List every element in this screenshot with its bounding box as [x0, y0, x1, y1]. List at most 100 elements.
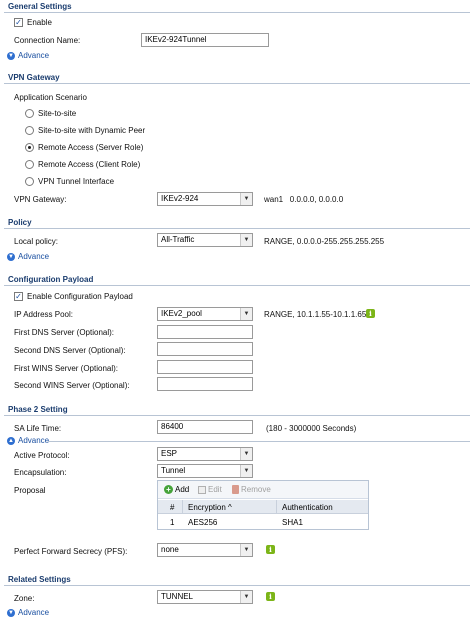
second-wins-label: Second WINS Server (Optional): — [14, 381, 130, 390]
column-header-encryption[interactable]: Encryption ^ — [188, 503, 232, 512]
advance-divider — [48, 441, 470, 442]
local-policy-select[interactable]: All-Traffic ▼ — [157, 233, 253, 247]
chevron-down-icon: ▼ — [240, 448, 252, 460]
section-divider — [4, 83, 470, 84]
related-settings-header: Related Settings — [8, 575, 71, 584]
table-row[interactable]: 1 AES256 SHA1 — [158, 515, 368, 529]
chevron-down-icon: ▼ — [240, 234, 252, 246]
column-divider — [182, 500, 183, 514]
column-divider — [276, 500, 277, 514]
vpn-gateway-label: VPN Gateway: — [14, 195, 67, 204]
ip-pool-info: RANGE, 10.1.1.55-10.1.1.65 — [264, 310, 367, 319]
select-value: IKEv2-924 — [161, 194, 199, 203]
local-policy-label: Local policy: — [14, 237, 59, 246]
zone-select[interactable]: TUNNEL ▼ — [157, 590, 253, 604]
second-dns-input[interactable] — [157, 342, 253, 356]
chevron-down-icon: ▼ — [240, 193, 252, 205]
ip-pool-label: IP Address Pool: — [14, 310, 73, 319]
select-value: Tunnel — [161, 466, 186, 475]
second-wins-input[interactable] — [157, 377, 253, 391]
column-header-index[interactable]: # — [170, 503, 174, 512]
info-icon[interactable]: i — [266, 545, 275, 554]
chevron-down-icon: ▼ — [240, 544, 252, 556]
cell-authentication: SHA1 — [282, 518, 303, 527]
first-dns-label: First DNS Server (Optional): — [14, 328, 115, 337]
edit-label: Edit — [208, 485, 222, 494]
add-button[interactable]: + Add — [164, 485, 189, 494]
connection-name-input[interactable]: IKEv2-924Tunnel — [141, 33, 269, 47]
pfs-select[interactable]: none ▼ — [157, 543, 253, 557]
vpn-gateway-header: VPN Gateway — [8, 73, 60, 82]
remove-button[interactable]: Remove — [232, 485, 271, 494]
active-protocol-select[interactable]: ESP ▼ — [157, 447, 253, 461]
enable-config-payload-checkbox[interactable]: ✓ — [14, 292, 23, 301]
chevron-down-icon: ▼ — [240, 591, 252, 603]
radio-site-to-site[interactable] — [25, 109, 34, 118]
general-advance-link[interactable]: ▼ Advance — [7, 51, 49, 60]
radio-vpn-tunnel-interface[interactable] — [25, 177, 34, 186]
column-header-authentication[interactable]: Authentication — [282, 503, 333, 512]
section-divider — [4, 415, 470, 416]
ip-pool-select[interactable]: IKEv2_pool ▼ — [157, 307, 253, 321]
select-value: All-Traffic — [161, 235, 195, 244]
select-value: TUNNEL — [161, 592, 194, 601]
radio-label: VPN Tunnel Interface — [38, 177, 115, 186]
edit-button[interactable]: Edit — [198, 485, 222, 494]
trash-icon — [232, 485, 239, 494]
radio-remote-access-client[interactable] — [25, 160, 34, 169]
info-icon[interactable]: i — [366, 309, 375, 318]
vpn-gateway-select[interactable]: IKEv2-924 ▼ — [157, 192, 253, 206]
active-protocol-label: Active Protocol: — [14, 451, 70, 460]
proposal-label: Proposal — [14, 486, 46, 495]
advance-label: Advance — [18, 608, 50, 617]
connection-name-label: Connection Name: — [14, 36, 81, 45]
radio-site-to-site-dynamic[interactable] — [25, 126, 34, 135]
policy-advance-link[interactable]: ▼ Advance — [7, 252, 49, 261]
collapse-icon: ▼ — [7, 252, 15, 261]
radio-remote-access-server[interactable] — [25, 143, 34, 152]
first-dns-input[interactable] — [157, 325, 253, 339]
sa-life-time-label: SA Life Time: — [14, 424, 62, 433]
encapsulation-select[interactable]: Tunnel ▼ — [157, 464, 253, 478]
table-header: # Encryption ^ Authentication — [158, 500, 368, 514]
radio-label: Remote Access (Client Role) — [38, 160, 141, 169]
select-value: IKEv2_pool — [161, 309, 202, 318]
section-divider — [4, 12, 470, 13]
enable-config-payload-label: Enable Configuration Payload — [27, 292, 133, 301]
zone-label: Zone: — [14, 594, 35, 603]
pfs-label: Perfect Forward Secrecy (PFS): — [14, 547, 128, 556]
info-icon[interactable]: i — [266, 592, 275, 601]
section-divider — [4, 585, 470, 586]
phase2-advance-link[interactable]: ▲ Advance — [7, 436, 49, 445]
advance-label: Advance — [18, 51, 50, 60]
cell-index: 1 — [170, 518, 175, 527]
collapse-icon: ▼ — [7, 51, 15, 60]
select-value: ESP — [161, 449, 178, 458]
vpn-gateway-info: wan1 0.0.0.0, 0.0.0.0 — [264, 195, 344, 204]
cell-encryption: AES256 — [188, 518, 218, 527]
radio-label: Site-to-site with Dynamic Peer — [38, 126, 146, 135]
first-wins-input[interactable] — [157, 360, 253, 374]
chevron-down-icon: ▼ — [240, 308, 252, 320]
add-icon: + — [164, 485, 173, 494]
sa-life-time-input[interactable]: 86400 — [157, 420, 253, 434]
chevron-down-icon: ▼ — [240, 465, 252, 477]
sa-life-time-info: (180 - 3000000 Seconds) — [266, 424, 357, 433]
collapse-icon: ▼ — [7, 608, 15, 617]
general-settings-header: General Settings — [8, 2, 72, 11]
edit-icon — [198, 485, 206, 494]
second-dns-label: Second DNS Server (Optional): — [14, 346, 126, 355]
advance-label: Advance — [18, 436, 50, 445]
remove-label: Remove — [241, 485, 271, 494]
radio-label: Remote Access (Server Role) — [38, 143, 144, 152]
add-label: Add — [175, 485, 190, 494]
enable-checkbox[interactable]: ✓ — [14, 18, 23, 27]
proposal-table: + Add Edit Remove # Encryption ^ Authent… — [157, 480, 369, 530]
related-advance-link[interactable]: ▼ Advance — [7, 608, 49, 617]
section-divider — [4, 285, 470, 286]
first-wins-label: First WINS Server (Optional): — [14, 364, 119, 373]
policy-header: Policy — [8, 218, 32, 227]
section-divider — [4, 228, 470, 229]
radio-label: Site-to-site — [38, 109, 77, 118]
configuration-payload-header: Configuration Payload — [8, 275, 94, 284]
